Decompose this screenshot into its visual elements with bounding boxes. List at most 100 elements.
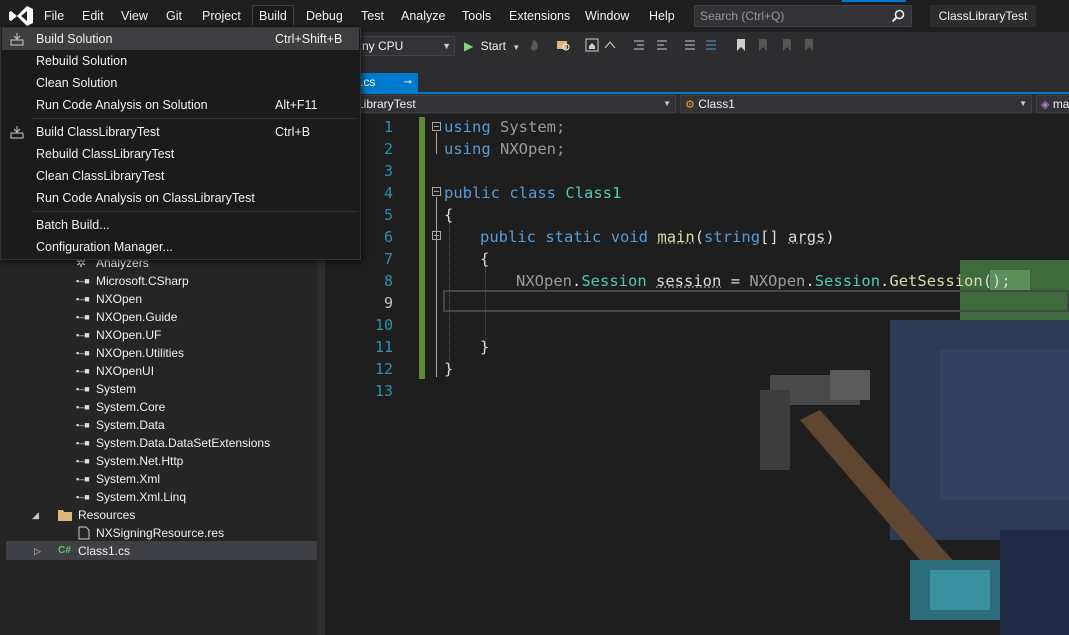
tree-item-label: NXOpen.Guide [96, 310, 177, 324]
menu-help[interactable]: Help [643, 6, 681, 26]
chevron-down-icon: ▼ [1019, 96, 1027, 112]
menu-item-rebuild-project[interactable]: Rebuild ClassLibraryTest [2, 143, 359, 165]
assembly-reference-icon: ▪–■ [76, 308, 90, 326]
menu-project[interactable]: Project [196, 6, 247, 26]
tree-item-reference[interactable]: ▪–■ System [96, 380, 136, 398]
collapse-class-icon[interactable] [432, 187, 441, 196]
line-number: 9 [353, 292, 393, 314]
tree-item-reference[interactable]: ▪–■ System.Net.Http [96, 452, 183, 470]
menu-view[interactable]: View [115, 6, 154, 26]
bookmark-icon[interactable] [734, 38, 748, 52]
tree-item-reference[interactable]: ▪–■ NXOpen.Guide [96, 308, 177, 326]
indent-guide [485, 266, 486, 346]
menu-item-run-code-analysis-project[interactable]: Run Code Analysis on ClassLibraryTest [2, 187, 359, 209]
menu-item-run-code-analysis-solution[interactable]: Run Code Analysis on Solution Alt+F11 [2, 94, 359, 116]
menu-item-configuration-manager[interactable]: Configuration Manager... [2, 236, 359, 258]
menu-file[interactable]: File [38, 6, 70, 26]
menu-test[interactable]: Test [355, 6, 390, 26]
method-token: main [657, 228, 694, 246]
uncomment-icon[interactable] [704, 38, 718, 52]
code-line-1: using System; [444, 116, 565, 138]
tree-item-reference[interactable]: ▪–■ NXOpen.UF [96, 326, 161, 344]
tree-item-reference[interactable]: ▪–■ NXOpen [96, 290, 142, 308]
keyword-token: using [444, 118, 491, 136]
folder-icon [58, 509, 72, 521]
menu-item-build-project[interactable]: Build ClassLibraryTest Ctrl+B [2, 121, 359, 143]
tree-item-resources[interactable]: ◢ Resources [32, 506, 135, 524]
sync-icon[interactable] [603, 38, 617, 52]
tree-item-resource-file[interactable]: NXSigningResource.res [78, 524, 224, 542]
prev-bookmark-icon[interactable] [756, 38, 770, 52]
menu-item-batch-build[interactable]: Batch Build... [2, 214, 359, 236]
line-number: 8 [353, 270, 393, 292]
search-icon [891, 9, 905, 23]
tree-item-label: System.Net.Http [96, 454, 183, 468]
line-number: 10 [353, 314, 393, 336]
code-line-11: } [480, 336, 489, 358]
chevron-down-icon: ▼ [512, 43, 520, 52]
menu-extensions[interactable]: Extensions [503, 6, 576, 26]
menu-item-label: Batch Build... [36, 214, 110, 236]
class-dropdown[interactable]: ⚙ Class1 ▼ [680, 95, 1032, 113]
tree-item-reference[interactable]: ▪–■ System.Core [96, 398, 165, 416]
menu-git[interactable]: Git [160, 6, 188, 26]
menu-edit[interactable]: Edit [76, 6, 110, 26]
indent-icon[interactable] [632, 38, 646, 52]
platform-value: ny CPU [362, 39, 403, 53]
menu-item-clean-solution[interactable]: Clean Solution [2, 72, 359, 94]
tree-item-label: Microsoft.CSharp [96, 274, 189, 288]
tree-item-label: System.Data.DataSetExtensions [96, 436, 270, 450]
collapse-using-icon[interactable] [432, 122, 441, 131]
menu-item-label: Rebuild ClassLibraryTest [36, 143, 174, 165]
tree-item-reference[interactable]: ▪–■ Microsoft.CSharp [96, 272, 189, 290]
assembly-reference-icon: ▪–■ [76, 380, 90, 398]
tree-item-label: System.Xml [96, 472, 160, 486]
menu-item-rebuild-solution[interactable]: Rebuild Solution [2, 50, 359, 72]
code-line-7: { [480, 248, 489, 270]
code-line-2: using NXOpen; [444, 138, 565, 160]
outdent-icon[interactable] [655, 38, 669, 52]
tree-item-reference[interactable]: ▪–■ System.Data [96, 416, 165, 434]
assembly-reference-icon: ▪–■ [76, 272, 90, 290]
visual-studio-logo-icon[interactable] [8, 5, 34, 27]
tree-item-reference[interactable]: ▪–■ NXOpen.Utilities [96, 344, 184, 362]
punct-token: . [805, 272, 814, 290]
project-dropdown[interactable]: ssLibraryTest ▼ [340, 95, 676, 113]
tree-item-reference[interactable]: ▪–■ System.Data.DataSetExtensions [96, 434, 270, 452]
tab-class1-cs[interactable]: .cs ⊸ [352, 73, 418, 92]
punct-token: . [572, 272, 581, 290]
punct-token: [] [760, 228, 779, 246]
platform-dropdown[interactable]: ny CPU ▼ [355, 36, 455, 56]
assembly-reference-icon: ▪–■ [76, 362, 90, 380]
flame-icon[interactable] [527, 38, 541, 52]
folder-search-icon[interactable] [556, 38, 570, 52]
assembly-reference-icon: ▪–■ [76, 434, 90, 452]
tree-item-reference[interactable]: ▪–■ System.Xml.Linq [96, 488, 186, 506]
next-bookmark-icon[interactable] [780, 38, 794, 52]
home-icon[interactable] [585, 38, 599, 52]
start-button[interactable]: ▶ Start ▼ [464, 37, 520, 55]
tree-item-label: NXOpenUI [96, 364, 154, 378]
namespace-token: NXOpen [749, 272, 805, 290]
clear-bookmarks-icon[interactable] [802, 38, 816, 52]
menu-window[interactable]: Window [579, 6, 635, 26]
change-tracking-bar [419, 117, 425, 379]
brace-token: } [444, 360, 453, 378]
menu-item-build-solution[interactable]: Build Solution Ctrl+Shift+B [2, 28, 359, 50]
menu-build[interactable]: Build [252, 5, 294, 26]
tree-item-label: System.Core [96, 400, 165, 414]
search-box[interactable]: Search (Ctrl+Q) [694, 5, 912, 27]
tree-item-label: Class1.cs [78, 544, 130, 558]
tree-item-label: NXSigningResource.res [96, 526, 224, 540]
comment-icon[interactable] [683, 38, 697, 52]
member-dropdown[interactable]: ◈ ma [1036, 95, 1069, 113]
tree-item-reference[interactable]: ▪–■ NXOpenUI [96, 362, 154, 380]
member-value: ma [1053, 97, 1069, 111]
menu-tools[interactable]: Tools [456, 6, 497, 26]
menu-analyze[interactable]: Analyze [395, 6, 451, 26]
tree-item-reference[interactable]: ▪–■ System.Xml [96, 470, 160, 488]
tree-item-class1[interactable]: ▷ C# Class1.cs [32, 542, 130, 560]
menu-item-clean-project[interactable]: Clean ClassLibraryTest [2, 165, 359, 187]
document-tab-row [325, 60, 1069, 92]
menu-debug[interactable]: Debug [300, 6, 349, 26]
